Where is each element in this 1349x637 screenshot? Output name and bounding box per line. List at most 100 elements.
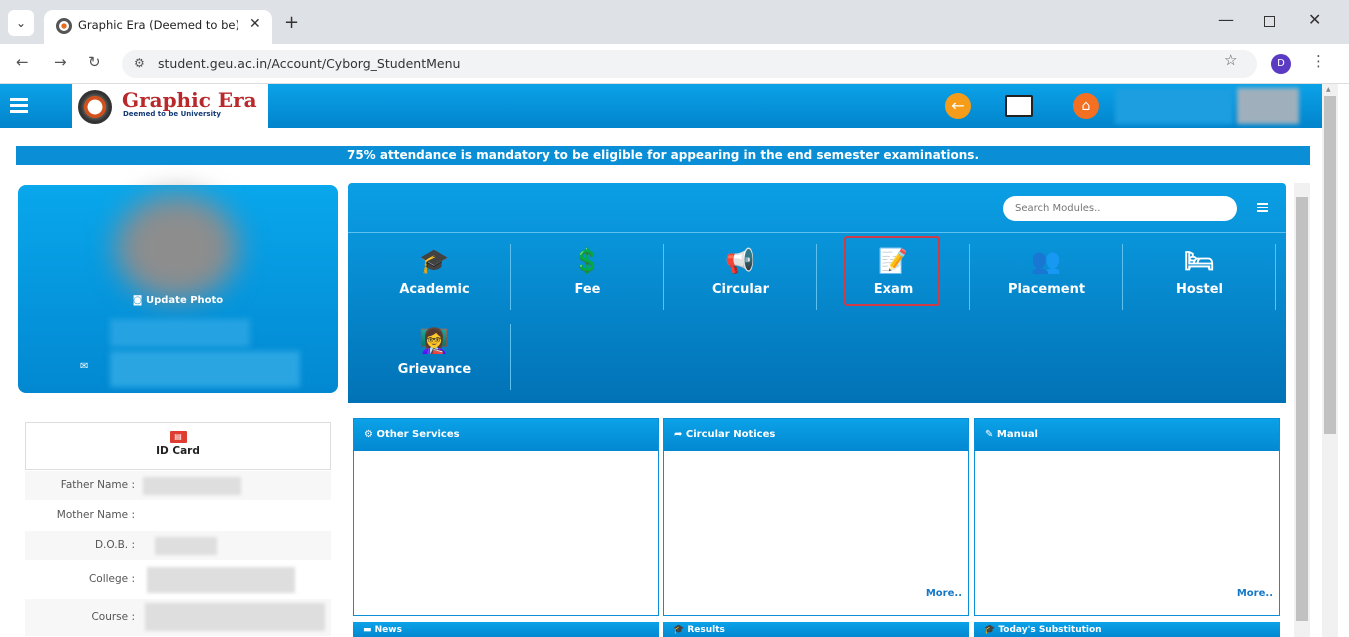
- url-text: student.geu.ac.in/Account/Cyborg_Student…: [158, 56, 461, 71]
- other-services-panel: ⚙ Other Services: [353, 418, 659, 616]
- circular-more-link[interactable]: More..: [926, 588, 962, 599]
- content-scrollbar[interactable]: [1294, 183, 1310, 637]
- gears-icon: ⚙: [364, 429, 377, 440]
- hamburger-menu-icon[interactable]: [10, 98, 28, 113]
- minimize-icon[interactable]: —: [1218, 10, 1234, 29]
- edit-icon: ✎: [985, 429, 997, 440]
- university-logo[interactable]: Graphic Era Deemed to be University: [72, 84, 268, 128]
- panel-title: Circular Notices: [685, 429, 776, 440]
- camera-icon: ◙: [132, 295, 146, 306]
- module-academic[interactable]: 🎓 Academic: [358, 244, 511, 310]
- exam-highlight-box: [844, 236, 940, 306]
- circular-notices-header: ➦ Circular Notices: [664, 419, 968, 451]
- id-card-label: ID Card: [156, 445, 200, 457]
- modules-panel: 🎓 Academic 💲 Fee 📢 Circular 📝 Exam 👥 Pla…: [348, 183, 1286, 403]
- manual-panel: ✎ Manual More..: [974, 418, 1280, 616]
- profile-card: ◙ Update Photo ✉: [18, 185, 338, 393]
- modules-toolbar: [348, 183, 1286, 233]
- address-bar: ← → ↻ ⚙ student.geu.ac.in/Account/Cyborg…: [0, 44, 1349, 84]
- detail-row-dob: D.O.B. :: [25, 531, 331, 561]
- father-name-blurred: [143, 477, 241, 495]
- detail-label: College :: [88, 573, 135, 585]
- favicon-icon: [56, 18, 72, 34]
- module-label: Circular: [711, 282, 769, 297]
- module-placement[interactable]: 👥 Placement: [970, 244, 1123, 310]
- module-label: Academic: [399, 282, 470, 297]
- scroll-up-icon[interactable]: ▲: [1326, 86, 1331, 93]
- manual-more-link[interactable]: More..: [1237, 588, 1273, 599]
- student-email-blurred: [110, 351, 300, 387]
- module-label: Hostel: [1175, 282, 1224, 297]
- scrollbar-thumb[interactable]: [1324, 96, 1336, 434]
- share-arrow-icon: ➦: [674, 429, 686, 440]
- megaphone-icon: 📢: [725, 247, 755, 275]
- detail-row-college: College :: [25, 561, 331, 599]
- modules-menu-icon[interactable]: [1257, 203, 1268, 214]
- dashboard-monitor-icon[interactable]: [1005, 95, 1033, 117]
- student-name-blurred: [110, 319, 250, 347]
- user-avatar-blurred[interactable]: [1237, 88, 1299, 124]
- dob-blurred: [155, 537, 217, 555]
- tab-close-icon[interactable]: ✕: [249, 16, 261, 32]
- module-label: Grievance: [397, 362, 472, 377]
- forward-arrow-icon[interactable]: →: [54, 53, 67, 71]
- home-icon[interactable]: ⌂: [1073, 93, 1099, 119]
- hostel-icon: 🛏: [1183, 247, 1215, 275]
- tab-title: Graphic Era (Deemed to be) Uni: [78, 18, 238, 32]
- detail-label: Course :: [91, 611, 135, 623]
- detail-row-father: Father Name :: [25, 471, 331, 501]
- browser-tab[interactable]: Graphic Era (Deemed to be) Uni ✕: [44, 10, 272, 44]
- placement-icon: 👥: [1031, 247, 1061, 275]
- graduation-cap-icon: 🎓: [984, 625, 999, 635]
- profile-photo: [116, 195, 238, 300]
- maximize-icon[interactable]: [1264, 16, 1275, 27]
- id-card-button[interactable]: ▤ ID Card: [25, 422, 331, 470]
- url-field[interactable]: ⚙ student.geu.ac.in/Account/Cyborg_Stude…: [122, 50, 1257, 78]
- graduation-cap-icon: 🎓: [673, 625, 688, 635]
- back-arrow-icon[interactable]: ←: [16, 53, 29, 71]
- page-scrollbar[interactable]: ▲: [1322, 84, 1338, 637]
- results-panel-header: 🎓 Results: [663, 622, 969, 637]
- bookmark-star-icon[interactable]: ☆: [1224, 51, 1237, 69]
- panel-title: News: [374, 625, 402, 635]
- browser-tab-strip: ⌄ Graphic Era (Deemed to be) Uni ✕ + — ✕: [0, 0, 1349, 44]
- fee-icon: 💲: [572, 247, 602, 275]
- window-close-icon[interactable]: ✕: [1308, 10, 1321, 29]
- user-name-blurred: [1115, 88, 1233, 124]
- module-fee[interactable]: 💲 Fee: [511, 244, 664, 310]
- attendance-notice: 75% attendance is mandatory to be eligib…: [16, 146, 1310, 165]
- news-panel-header: ▬ News: [353, 622, 659, 637]
- reload-icon[interactable]: ↻: [88, 53, 101, 71]
- back-circle-icon[interactable]: ←: [945, 93, 971, 119]
- new-tab-button[interactable]: +: [284, 12, 299, 33]
- other-services-header: ⚙ Other Services: [354, 419, 658, 451]
- substitution-panel-header: 🎓 Today's Substitution: [974, 622, 1280, 637]
- site-info-icon[interactable]: ⚙: [134, 56, 145, 70]
- browser-menu-icon[interactable]: ⋮: [1311, 52, 1326, 70]
- detail-row-course: Course :: [25, 599, 331, 637]
- detail-row-mother: Mother Name :: [25, 501, 331, 531]
- detail-label: Mother Name :: [56, 509, 135, 521]
- module-label: Fee: [574, 282, 601, 297]
- course-blurred: [145, 603, 325, 631]
- profile-avatar[interactable]: D: [1271, 54, 1291, 74]
- panel-title: Other Services: [376, 429, 460, 440]
- graduation-icon: 🎓: [419, 247, 449, 275]
- update-photo-label: Update Photo: [145, 295, 224, 306]
- panel-title: Manual: [996, 429, 1038, 440]
- panel-title: Results: [687, 625, 725, 635]
- module-circular[interactable]: 📢 Circular: [664, 244, 817, 310]
- logo-title: Graphic Era: [122, 88, 257, 112]
- search-modules-input[interactable]: [1003, 196, 1237, 221]
- content-scrollbar-thumb[interactable]: [1296, 197, 1308, 621]
- tab-search-button[interactable]: ⌄: [8, 10, 34, 36]
- module-grievance[interactable]: 👩‍🏫 Grievance: [358, 324, 511, 390]
- college-blurred: [147, 567, 295, 593]
- news-icon: ▬: [363, 625, 375, 635]
- logo-subtitle: Deemed to be University: [123, 110, 221, 118]
- module-hostel[interactable]: 🛏 Hostel: [1123, 244, 1276, 310]
- module-label: Placement: [1007, 282, 1086, 297]
- update-photo-button[interactable]: ◙ Update Photo: [18, 295, 338, 306]
- detail-label: Father Name :: [60, 479, 135, 491]
- detail-label: D.O.B. :: [94, 539, 135, 551]
